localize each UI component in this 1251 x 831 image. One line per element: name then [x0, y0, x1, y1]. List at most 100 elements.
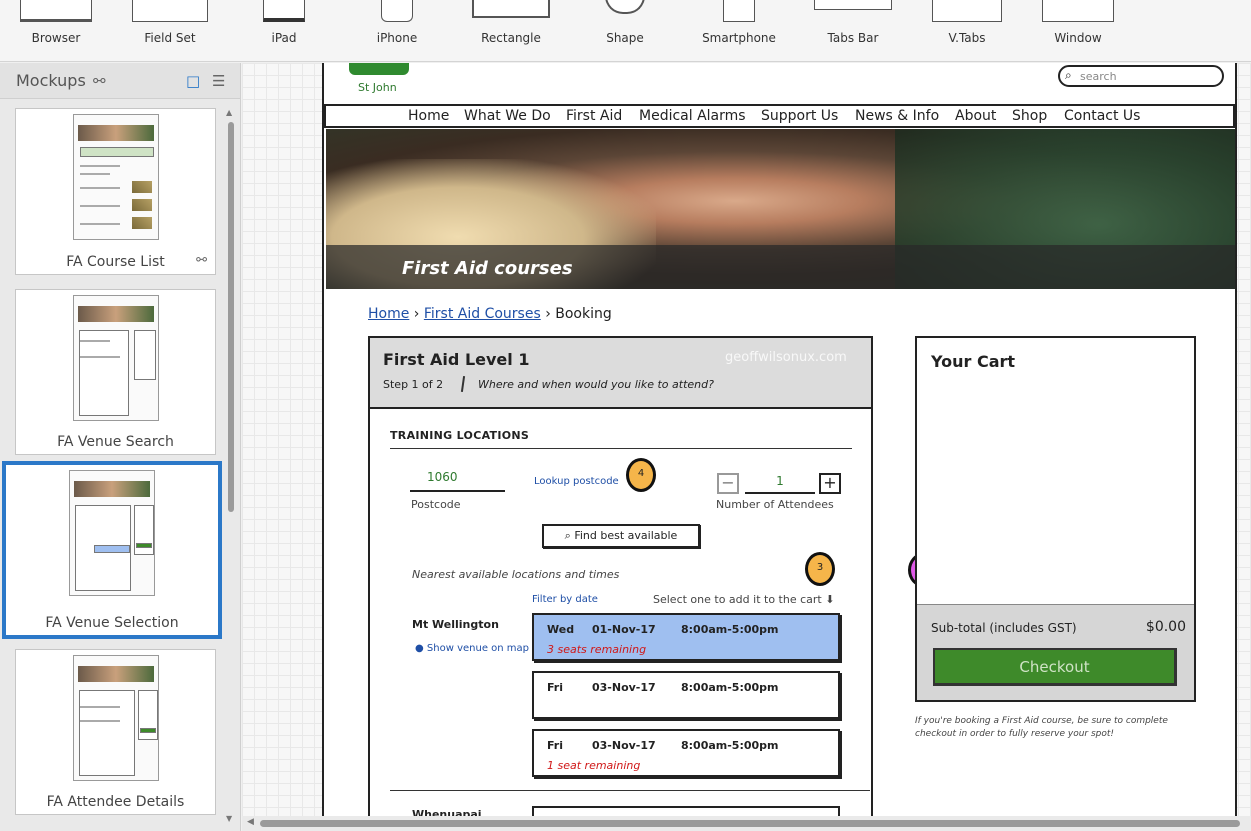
slot-date: 03-Nov-17	[592, 681, 656, 694]
tool-rectangle[interactable]: Rectangle	[461, 0, 561, 62]
slot-date: 01-Nov-17	[592, 623, 656, 636]
st-john-logo	[349, 63, 409, 75]
tool-label: Rectangle	[481, 31, 541, 45]
cart-title: Your Cart	[931, 352, 1016, 371]
nav-first-aid[interactable]: First Aid	[566, 108, 622, 124]
slot-seats-remaining: 1 seat remaining	[547, 759, 641, 772]
breadcrumb-home[interactable]: Home	[368, 306, 409, 322]
mockup-thumbnail-attendee-details[interactable]: FA Attendee Details	[15, 649, 216, 815]
attendees-increment-button[interactable]: +	[819, 473, 841, 494]
find-best-available-button[interactable]: ⌕ Find best available	[542, 524, 700, 548]
nav-news-info[interactable]: News & Info	[855, 108, 939, 124]
tool-ipad[interactable]: iPad	[234, 0, 334, 62]
component-toolbar: Browser Field Set iPad iPhone Rectangle …	[0, 0, 1251, 62]
tool-label: V.Tabs	[948, 31, 986, 45]
mockup-thumbnail-venue-selection[interactable]: FA Venue Selection	[2, 461, 222, 639]
breadcrumb-current: Booking	[555, 306, 612, 322]
mockups-panel-header: Mockups ⚯ □ ☰	[0, 63, 240, 99]
scroll-down-icon[interactable]: ▼	[226, 814, 232, 823]
design-canvas[interactable]: St John ⌕ search Home What We Do First A…	[242, 63, 1251, 816]
chevron-right-icon: ›	[413, 306, 424, 322]
tool-label: Tabs Bar	[827, 31, 879, 45]
wireframe-page: St John ⌕ search Home What We Do First A…	[322, 63, 1237, 816]
tool-browser[interactable]: Browser	[6, 0, 106, 62]
filter-by-date-link[interactable]: Filter by date	[532, 594, 598, 605]
postcode-input[interactable]: 1060	[410, 470, 505, 492]
nav-contact-us[interactable]: Contact Us	[1064, 108, 1140, 124]
chevron-right-icon: ›	[545, 306, 556, 322]
mockup-preview	[72, 295, 159, 421]
training-locations-title: TRAINING LOCATIONS	[390, 429, 530, 442]
attendees-decrement-button[interactable]: −	[717, 473, 739, 494]
checkout-button[interactable]: Checkout	[933, 648, 1177, 686]
mockup-thumbnail-venue-search[interactable]: FA Venue Search	[15, 289, 216, 455]
select-hint-text: Select one to add it to the cart	[653, 593, 822, 606]
course-title: First Aid Level 1	[383, 350, 530, 369]
subtotal-value: $0.00	[1145, 619, 1186, 635]
mockup-preview	[72, 655, 159, 781]
tool-label: iPad	[271, 31, 297, 45]
lookup-postcode-link[interactable]: Lookup postcode	[534, 476, 619, 487]
session-slot[interactable]	[532, 806, 840, 816]
mockup-thumbnail-course-list[interactable]: FA Course List ⚯	[15, 108, 216, 275]
mockups-panel: Mockups ⚯ □ ☰ FA Course List ⚯ FA Venue …	[0, 63, 241, 831]
slot-day: Fri	[547, 739, 564, 752]
session-slot[interactable]: Fri 03-Nov-17 8:00am-5:00pm	[532, 671, 840, 719]
mockup-preview	[72, 114, 159, 240]
nav-what-we-do[interactable]: What We Do	[464, 108, 551, 124]
link-icon: ⚯	[196, 253, 207, 268]
mockups-scrollbar[interactable]: ▲ ▼	[226, 108, 236, 823]
grid-view-icon[interactable]: □	[186, 72, 200, 90]
mockup-name: FA Venue Search	[57, 434, 174, 450]
venue-name: Whenuapai	[412, 808, 482, 816]
show-venue-on-map-link[interactable]: ● Show venue on map	[415, 643, 529, 654]
link-icon[interactable]: ⚯	[93, 72, 106, 90]
step-indicator: Step 1 of 2	[383, 378, 444, 391]
scroll-up-icon[interactable]: ▲	[226, 108, 232, 117]
attendees-input[interactable]: 1	[745, 474, 815, 494]
nav-about[interactable]: About	[955, 108, 996, 124]
slot-time: 8:00am-5:00pm	[681, 681, 779, 694]
arrow-down-icon: ⬇	[825, 593, 835, 606]
annotation-badge[interactable]: 3	[805, 552, 835, 586]
nav-medical-alarms[interactable]: Medical Alarms	[639, 108, 746, 124]
logo-text: St John	[358, 81, 397, 94]
tool-label: Window	[1054, 31, 1102, 45]
annotation-badge[interactable]: 4	[626, 458, 656, 492]
list-view-icon[interactable]: ☰	[212, 72, 225, 90]
nav-home[interactable]: Home	[408, 108, 449, 124]
tool-label: Browser	[31, 31, 81, 45]
tool-shape[interactable]: Shape	[575, 0, 675, 62]
tool-iphone[interactable]: iPhone	[347, 0, 447, 62]
tool-window[interactable]: Window	[1028, 0, 1128, 62]
watermark: geoffwilsonux.com	[725, 350, 847, 365]
mockup-name: FA Course List	[66, 254, 165, 270]
divider	[390, 448, 852, 449]
session-slot[interactable]: Fri 03-Nov-17 8:00am-5:00pm 1 seat remai…	[532, 729, 840, 777]
search-placeholder: search	[1080, 70, 1117, 83]
tool-field-set[interactable]: Field Set	[120, 0, 220, 62]
mockup-name: FA Venue Selection	[45, 615, 179, 631]
nearest-locations-text: Nearest available locations and times	[412, 568, 620, 581]
nav-support-us[interactable]: Support Us	[761, 108, 838, 124]
breadcrumb-courses[interactable]: First Aid Courses	[424, 306, 541, 322]
find-button-label: Find best available	[574, 529, 678, 542]
slot-seats-remaining: 3 seats remaining	[547, 643, 647, 656]
search-icon: ⌕	[1065, 68, 1072, 82]
search-input[interactable]: ⌕ search	[1058, 65, 1224, 87]
nav-shop[interactable]: Shop	[1012, 108, 1047, 124]
search-icon: ⌕	[564, 529, 575, 542]
mockup-preview	[69, 470, 155, 596]
map-pin-icon: ●	[415, 643, 424, 654]
select-hint: Select one to add it to the cart ⬇	[653, 593, 834, 606]
tool-smartphone[interactable]: Smartphone	[689, 0, 789, 62]
scrollbar-thumb[interactable]	[260, 820, 1240, 827]
scrollbar-thumb[interactable]	[228, 122, 234, 512]
tool-v-tabs[interactable]: V.Tabs	[917, 0, 1017, 62]
session-slot[interactable]: Wed 01-Nov-17 8:00am-5:00pm 3 seats rema…	[532, 613, 840, 661]
cart-footer: Sub-total (includes GST) $0.00 Checkout	[917, 604, 1194, 700]
scroll-left-icon[interactable]: ◀	[247, 817, 254, 827]
cart-note: If you're booking a First Aid course, be…	[915, 716, 1168, 739]
canvas-horizontal-scrollbar[interactable]: ◀	[242, 816, 1251, 831]
tool-tabs-bar[interactable]: Tabs Bar	[803, 0, 903, 62]
